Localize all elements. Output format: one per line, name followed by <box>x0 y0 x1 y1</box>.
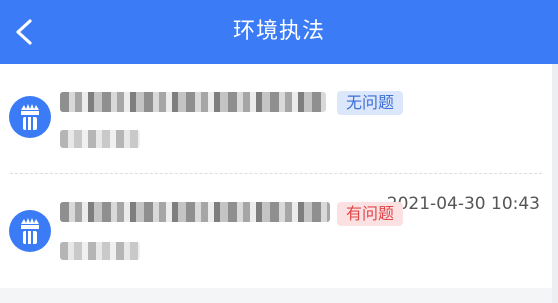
brush-icon <box>9 210 51 252</box>
list-footer <box>0 288 552 303</box>
company-name-redacted <box>60 92 326 112</box>
brush-icon <box>9 96 51 138</box>
address-redacted <box>60 242 140 260</box>
company-name-redacted <box>60 202 330 222</box>
list-item[interactable] <box>0 174 552 284</box>
address-redacted <box>60 130 140 148</box>
scrollbar-track[interactable] <box>552 64 558 303</box>
status-badge: 无问题 <box>337 91 404 115</box>
record-list: 2021-04-30 10:43 <box>0 64 552 288</box>
page-title: 环境执法 <box>232 19 325 44</box>
status-badge: 有问题 <box>337 202 404 226</box>
list-item[interactable]: 2021-04-30 10:43 <box>0 64 552 214</box>
app-header: 环境执法 <box>0 0 558 64</box>
